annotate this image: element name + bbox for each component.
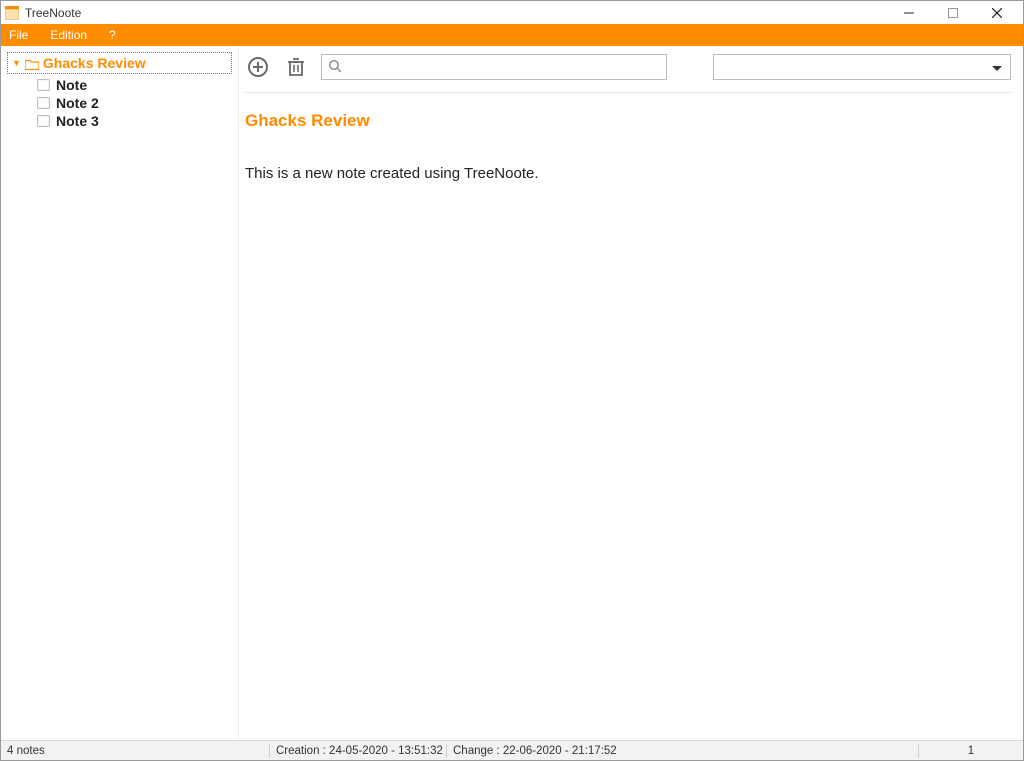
tree-item[interactable]: Note 3 — [37, 112, 232, 130]
filter-dropdown[interactable] — [713, 54, 1011, 80]
close-button[interactable] — [975, 1, 1019, 24]
folder-icon — [25, 58, 39, 69]
window-title: TreeNoote — [25, 6, 887, 20]
tree-root-item[interactable]: ▼ Ghacks Review — [7, 52, 232, 74]
tree-sidebar: ▼ Ghacks Review Note — [1, 46, 239, 740]
add-note-button[interactable] — [245, 54, 271, 80]
toolbar — [245, 52, 1011, 82]
tree-item-label: Note — [56, 77, 87, 93]
tree-item-label: Note 2 — [56, 95, 99, 111]
body: ▼ Ghacks Review Note — [1, 46, 1023, 740]
status-bar: 4 notes Creation : 24-05-2020 - 13:51:32… — [1, 740, 1023, 760]
expand-icon[interactable]: ▼ — [12, 59, 21, 68]
app-icon — [5, 6, 19, 20]
minimize-button[interactable] — [887, 1, 931, 24]
tree-item[interactable]: Note 2 — [37, 94, 232, 112]
tree-children: Note Note 2 Note 3 — [7, 74, 232, 130]
chevron-down-icon — [992, 60, 1002, 75]
tree-root-label: Ghacks Review — [43, 55, 146, 71]
tree-item-label: Note 3 — [56, 113, 99, 129]
note-title: Ghacks Review — [245, 111, 1011, 131]
app-window: TreeNoote File Edition ? ▼ — [0, 0, 1024, 761]
note-icon — [37, 97, 50, 109]
status-number: 1 — [919, 745, 1023, 757]
status-notes-count: 4 notes — [1, 745, 269, 757]
note-icon — [37, 115, 50, 127]
toolbar-divider — [245, 92, 1011, 93]
main-panel: Ghacks Review This is a new note created… — [239, 46, 1023, 740]
title-bar: TreeNoote — [1, 1, 1023, 24]
delete-note-button[interactable] — [283, 54, 309, 80]
maximize-button[interactable] — [931, 1, 975, 24]
search-input[interactable] — [348, 60, 660, 75]
menu-help[interactable]: ? — [109, 28, 116, 42]
note-body[interactable]: This is a new note created using TreeNoo… — [245, 163, 1011, 184]
window-controls — [887, 1, 1019, 24]
status-change: Change : 22-06-2020 - 21:17:52 — [447, 745, 918, 757]
menu-edition[interactable]: Edition — [50, 28, 87, 42]
search-icon — [328, 59, 342, 76]
note-icon — [37, 79, 50, 91]
tree-item[interactable]: Note — [37, 76, 232, 94]
status-creation: Creation : 24-05-2020 - 13:51:32 — [270, 745, 446, 757]
menu-file[interactable]: File — [9, 28, 28, 42]
search-box[interactable] — [321, 54, 667, 80]
menu-bar: File Edition ? — [1, 24, 1023, 46]
